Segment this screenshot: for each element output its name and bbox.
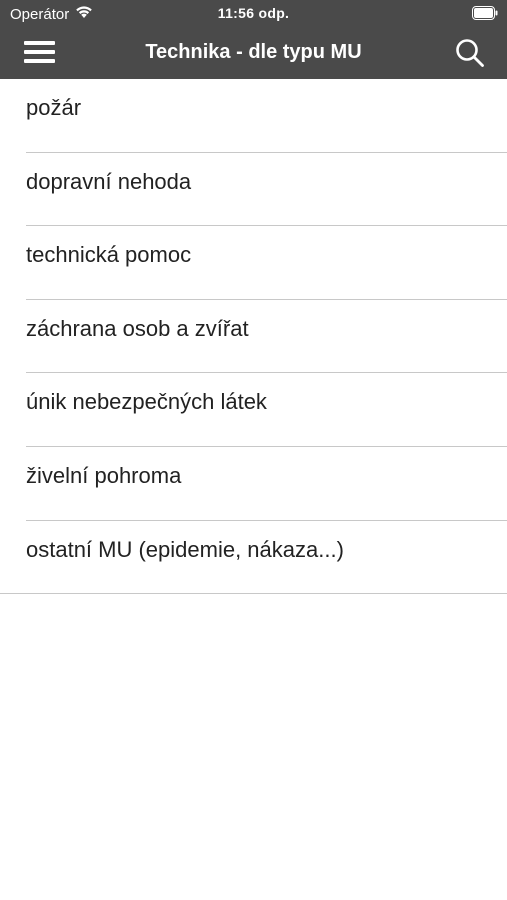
- hamburger-menu-icon: [24, 41, 55, 45]
- list-item-label: technická pomoc: [26, 242, 192, 268]
- list-item-label: živelní pohroma: [26, 462, 182, 488]
- status-bar: Operátor 11:56 odp.: [0, 0, 507, 28]
- list-item[interactable]: ostatní MU (epidemie, nákaza...): [0, 521, 507, 595]
- list-item[interactable]: dopravní nehoda: [0, 153, 507, 227]
- list-item[interactable]: požár: [0, 79, 507, 153]
- navigation-bar: Technika - dle typu MU: [0, 28, 507, 79]
- list-item-label: záchrana osob a zvířat: [26, 315, 249, 341]
- hamburger-line: [24, 59, 55, 63]
- status-time: 11:56 odp.: [217, 5, 290, 21]
- incident-type-list: požár dopravní nehoda technická pomoc zá…: [0, 79, 507, 595]
- app-screen: Operátor 11:56 odp. Technika - dle typu …: [0, 0, 507, 900]
- hamburger-line: [24, 50, 55, 54]
- menu-button[interactable]: [24, 40, 56, 66]
- list-item-label: ostatní MU (epidemie, nákaza...): [26, 536, 344, 562]
- list-item[interactable]: živelní pohroma: [0, 447, 507, 521]
- list-item-label: požár: [26, 95, 82, 120]
- list-item-label: únik nebezpečných látek: [26, 389, 267, 415]
- page-title: Technika - dle typu MU: [145, 41, 362, 63]
- list-item[interactable]: technická pomoc: [0, 226, 507, 300]
- list-item[interactable]: záchrana osob a zvířat: [0, 300, 507, 374]
- search-icon: [456, 39, 484, 67]
- search-button[interactable]: [455, 38, 485, 68]
- battery-icon: [472, 6, 498, 20]
- list-item-label: dopravní nehoda: [26, 168, 192, 194]
- separator: [0, 593, 507, 595]
- list-item[interactable]: únik nebezpečných látek: [0, 373, 507, 447]
